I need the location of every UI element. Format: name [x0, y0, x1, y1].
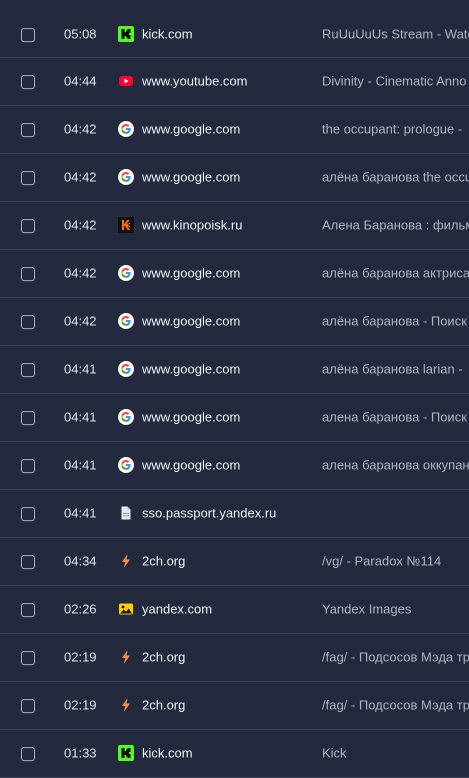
page-title[interactable]: /vg/ - Paradox №114 [322, 554, 441, 569]
site-domain-link[interactable]: 2ch.org [142, 650, 185, 665]
page-title[interactable]: Алена Баранова : фильм [322, 218, 469, 233]
history-row[interactable]: 04:44 www.youtube.com Divinity - Cinematic… [0, 58, 469, 106]
history-row[interactable]: 01:33 kick.com Kick [0, 730, 469, 778]
site-domain-link[interactable]: kick.com [142, 746, 193, 761]
google-icon [118, 409, 134, 425]
site-domain-link[interactable]: www.google.com [142, 458, 240, 473]
row-checkbox[interactable] [21, 171, 35, 186]
visit-time: 02:19 [64, 649, 97, 665]
visit-time: 04:42 [64, 313, 97, 329]
2ch-icon [118, 553, 134, 569]
site-domain-link[interactable]: 2ch.org [142, 554, 185, 569]
row-checkbox[interactable] [21, 267, 35, 282]
visit-time: 04:42 [64, 217, 97, 233]
visit-time: 04:41 [64, 361, 97, 377]
site-domain-link[interactable]: yandex.com [142, 602, 212, 617]
visit-time: 02:19 [64, 697, 97, 713]
row-checkbox[interactable] [21, 363, 35, 378]
google-icon [118, 265, 134, 281]
history-row[interactable]: 04:41 www.google.com алёна баранова larian… [0, 346, 469, 394]
row-checkbox[interactable] [21, 28, 35, 43]
page-title[interactable]: /fag/ - Подсосов Мэда тр [322, 650, 469, 665]
google-icon [118, 361, 134, 377]
history-row[interactable]: 04:41 sso.passport.yandex.ru [0, 490, 469, 538]
visit-time: 04:41 [64, 409, 97, 425]
history-row[interactable]: 02:19 2ch.org/fag/ - Подсосов Мэда тр [0, 634, 469, 682]
kinopoisk-icon [118, 217, 134, 233]
row-checkbox[interactable] [21, 747, 35, 762]
page-title[interactable]: /fag/ - Подсосов Мэда тр [322, 698, 469, 713]
site-domain-link[interactable]: www.google.com [142, 410, 240, 425]
page-title[interactable]: Kick [322, 746, 347, 761]
visit-time: 04:42 [64, 121, 97, 137]
google-icon [118, 121, 134, 137]
visit-time: 04:41 [64, 505, 97, 521]
page-title[interactable]: алёна баранова - Поиск [322, 314, 467, 329]
history-row[interactable]: 04:42 www.kinopoisk.ru Алена Баранова : фи… [0, 202, 469, 250]
history-row[interactable]: 04:41 www.google.com алена баранова оккупа… [0, 442, 469, 490]
visit-time: 04:34 [64, 553, 97, 569]
row-checkbox[interactable] [21, 555, 35, 570]
visit-time: 04:42 [64, 265, 97, 281]
page-title[interactable]: алена баранова - Поиск [322, 410, 467, 425]
row-checkbox[interactable] [21, 123, 35, 138]
row-checkbox[interactable] [21, 75, 35, 90]
history-list: 05:08 kick.com RuUuUuUs Stream - Watc 04:44… [0, 0, 469, 778]
row-checkbox[interactable] [21, 411, 35, 426]
yandex-images-icon [118, 601, 134, 617]
site-domain-link[interactable]: www.google.com [142, 170, 240, 185]
kick-icon [118, 26, 134, 42]
history-row[interactable]: 02:19 2ch.org/fag/ - Подсосов Мэда тр [0, 682, 469, 730]
visit-time: 04:44 [64, 73, 97, 89]
history-row[interactable]: 04:34 2ch.org/vg/ - Paradox №114 [0, 538, 469, 586]
2ch-icon [118, 697, 134, 713]
document-icon [118, 505, 134, 521]
page-title[interactable]: Divinity - Cinematic Anno [322, 74, 467, 89]
2ch-icon [118, 649, 134, 665]
site-domain-link[interactable]: 2ch.org [142, 698, 185, 713]
site-domain-link[interactable]: kick.com [142, 27, 193, 42]
google-icon [118, 169, 134, 185]
youtube-icon [118, 73, 134, 89]
history-row[interactable]: 04:42 www.google.com алёна баранова the oc… [0, 154, 469, 202]
row-checkbox[interactable] [21, 315, 35, 330]
visit-time: 04:42 [64, 169, 97, 185]
page-title[interactable]: алёна баранова the occu [322, 170, 469, 185]
page-title[interactable]: алена баранова оккупан [322, 458, 469, 473]
history-row[interactable]: 04:42 www.google.com алёна баранова - Поис… [0, 298, 469, 346]
site-domain-link[interactable]: sso.passport.yandex.ru [142, 506, 276, 521]
history-row[interactable]: 04:42 www.google.com the occupant: prologu… [0, 106, 469, 154]
page-title[interactable]: алёна баранова актриса [322, 266, 469, 281]
site-domain-link[interactable]: www.youtube.com [142, 74, 248, 89]
visit-time: 01:33 [64, 745, 97, 761]
row-checkbox[interactable] [21, 507, 35, 522]
site-domain-link[interactable]: www.google.com [142, 362, 240, 377]
visit-time: 02:26 [64, 601, 97, 617]
history-row[interactable]: 04:42 www.google.com алёна баранова актрис… [0, 250, 469, 298]
google-icon [118, 457, 134, 473]
page-title[interactable]: the occupant: prologue - [322, 122, 462, 137]
row-checkbox[interactable] [21, 651, 35, 666]
site-domain-link[interactable]: www.google.com [142, 266, 240, 281]
page-title[interactable]: RuUuUuUs Stream - Watc [322, 27, 469, 42]
history-row[interactable]: 02:26 yandex.com Yandex Images [0, 586, 469, 634]
row-checkbox[interactable] [21, 603, 35, 618]
google-icon [118, 313, 134, 329]
row-checkbox[interactable] [21, 699, 35, 714]
site-domain-link[interactable]: www.kinopoisk.ru [142, 218, 242, 233]
row-checkbox[interactable] [21, 219, 35, 234]
site-domain-link[interactable]: www.google.com [142, 122, 240, 137]
page-title[interactable]: Yandex Images [322, 602, 411, 617]
history-row[interactable]: 05:08 kick.com RuUuUuUs Stream - Watc [0, 0, 469, 58]
visit-time: 04:41 [64, 457, 97, 473]
history-row[interactable]: 04:41 www.google.com алена баранова - Поис… [0, 394, 469, 442]
site-domain-link[interactable]: www.google.com [142, 314, 240, 329]
visit-time: 05:08 [64, 26, 97, 42]
row-checkbox[interactable] [21, 459, 35, 474]
kick-icon [118, 745, 134, 761]
page-title[interactable]: алёна баранова larian - [322, 362, 463, 377]
